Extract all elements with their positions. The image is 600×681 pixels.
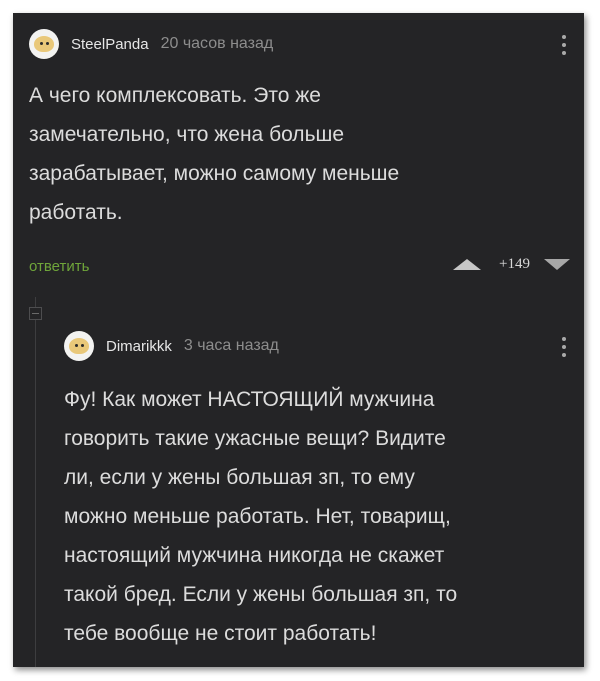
- vote-controls: +149: [453, 256, 570, 273]
- comment-line: зарабатывает, можно самому меньше: [29, 162, 400, 185]
- reply-header: Dimarikkk 3 часа назад: [64, 331, 279, 361]
- avatar-icon[interactable]: [29, 29, 59, 59]
- comment-rating: +149: [499, 256, 530, 272]
- comment-line: такой бред. Если у жены большая зп, то: [64, 583, 458, 606]
- comment-line: А чего комплексовать. Это же: [29, 84, 321, 107]
- comment-line: ли, если у жены большая зп, то ему: [64, 466, 415, 489]
- collapse-thread-icon[interactable]: [29, 307, 42, 320]
- comment-timestamp: 20 часов назад: [160, 35, 274, 52]
- more-vertical-icon[interactable]: [562, 35, 566, 59]
- comment-line: настоящий мужчина никогда не скажет: [64, 544, 445, 567]
- comment-line: Фу! Как может НАСТОЯЩИЙ мужчина: [64, 388, 435, 411]
- comment-line: замечательно, что жена больше: [29, 123, 345, 146]
- thread-line: [35, 297, 36, 667]
- reply-link[interactable]: ответить: [29, 258, 89, 275]
- comment-line: работать.: [29, 201, 123, 224]
- comment-timestamp: 3 часа назад: [183, 337, 279, 354]
- arrow-down-icon[interactable]: [543, 259, 570, 270]
- username[interactable]: Dimarikkk: [106, 338, 172, 355]
- username[interactable]: SteelPanda: [71, 36, 149, 53]
- comment-thread: SteelPanda 20 часов назад А чего комплек…: [13, 13, 584, 667]
- more-vertical-icon[interactable]: [562, 337, 566, 361]
- comment-header: SteelPanda 20 часов назад: [29, 29, 273, 59]
- comment-line: тебе вообще не стоит работать!: [64, 622, 377, 645]
- reply-text: Фу! Как может НАСТОЯЩИЙ мужчина говорить…: [64, 380, 457, 653]
- avatar-icon[interactable]: [64, 331, 94, 361]
- comment-text: А чего комплексовать. Это же замечательн…: [29, 76, 399, 232]
- comment-line: можно меньше работать. Нет, товарищ,: [64, 505, 451, 528]
- arrow-up-icon[interactable]: [453, 259, 481, 270]
- comment-line: говорить такие ужасные вещи? Видите: [64, 427, 446, 450]
